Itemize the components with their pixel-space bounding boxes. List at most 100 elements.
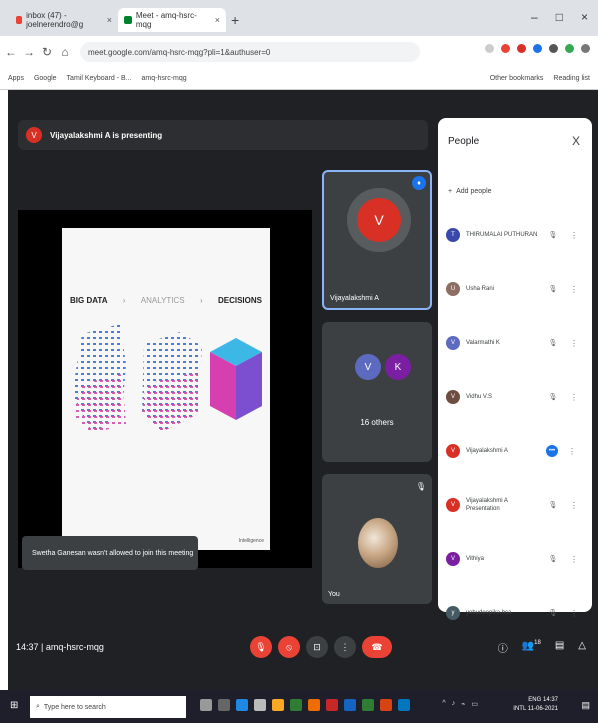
more-options-icon[interactable]: ⋮ bbox=[570, 609, 578, 618]
tab-meet[interactable]: Meet - amq-hsrc-mqg × bbox=[118, 8, 226, 32]
chat-icon[interactable]: ▤ bbox=[555, 640, 564, 655]
explorer-icon[interactable] bbox=[272, 699, 284, 711]
leave-call-button[interactable]: ☎ bbox=[362, 636, 392, 658]
avatar: U bbox=[446, 282, 460, 296]
people-list-item[interactable]: V Vidhu V.S 🎙 ⋮ bbox=[446, 384, 586, 410]
bookmark-tamil-keyboard[interactable]: Tamil Keyboard - B... bbox=[67, 75, 132, 82]
url-input[interactable]: meet.google.com/amq-hsrc-mqg?pli=1&authu… bbox=[80, 42, 420, 62]
close-icon[interactable]: × bbox=[107, 15, 112, 25]
chrome-icon[interactable] bbox=[290, 699, 302, 711]
participant-name: yehudeepika.bca bbox=[466, 610, 512, 616]
gmail-icon bbox=[16, 16, 23, 24]
powerpoint-icon[interactable] bbox=[380, 699, 392, 711]
extension-icon[interactable] bbox=[501, 44, 510, 53]
maximize-button[interactable]: □ bbox=[556, 10, 563, 24]
slide-title-decisions: DECISIONS bbox=[217, 296, 262, 305]
more-options-button[interactable]: ⋮ bbox=[334, 636, 356, 658]
bookmark-meet[interactable]: amq-hsrc-mqg bbox=[142, 75, 187, 82]
people-list-item[interactable]: U Usha Rani 🎙 ⋮ bbox=[446, 276, 586, 302]
forward-button[interactable]: → bbox=[22, 45, 36, 59]
participant-name: Usha Rani bbox=[466, 286, 495, 292]
profile-avatar[interactable] bbox=[565, 44, 574, 53]
mic-toggle-button[interactable]: 🎙 bbox=[250, 636, 272, 658]
avatar: V bbox=[357, 198, 401, 242]
word-icon[interactable] bbox=[344, 699, 356, 711]
present-button[interactable]: ⊡ bbox=[306, 636, 328, 658]
battery-icon[interactable]: ▭ bbox=[471, 700, 478, 708]
people-list-item[interactable]: V Vithiya 🎙 ⋮ bbox=[446, 546, 586, 572]
more-options-icon[interactable]: ⋮ bbox=[568, 447, 576, 456]
app-icon[interactable] bbox=[308, 699, 320, 711]
reload-button[interactable]: ↻ bbox=[40, 45, 54, 59]
mic-muted-icon[interactable]: 🎙 bbox=[546, 393, 560, 401]
mic-muted-icon[interactable]: 🎙 bbox=[546, 609, 560, 617]
more-options-icon[interactable]: ⋮ bbox=[570, 231, 578, 240]
more-options-icon[interactable]: ⋮ bbox=[570, 393, 578, 402]
more-options-icon[interactable]: ⋮ bbox=[570, 285, 578, 294]
tab-gmail[interactable]: inbox (47) - joelnerendro@g × bbox=[10, 8, 118, 32]
notification-icon[interactable]: ▤ bbox=[581, 700, 590, 711]
side-controls: ⓘ 👥18 ▤ △ bbox=[498, 640, 586, 655]
people-list-item[interactable]: V Vijayalakshmi A Presentation 🎙 ⋮ bbox=[446, 492, 586, 518]
close-icon[interactable]: X bbox=[572, 134, 580, 148]
activities-icon[interactable]: △ bbox=[578, 640, 586, 655]
chevron-icon: › bbox=[199, 296, 203, 305]
info-icon[interactable]: ⓘ bbox=[498, 640, 508, 655]
mic-muted-icon[interactable]: 🎙 bbox=[546, 231, 560, 239]
presentation-slide: BIG DATA › ANALYTICS › DECISIONS Intelli… bbox=[62, 228, 270, 550]
people-list-item[interactable]: T THIRUMALAI PUTHURAN 🎙 ⋮ bbox=[446, 222, 586, 248]
people-list-item[interactable]: y yehudeepika.bca 🎙 ⋮ bbox=[446, 600, 586, 626]
star-icon[interactable] bbox=[485, 44, 494, 53]
extension-icon[interactable] bbox=[517, 44, 526, 53]
extension-icon[interactable] bbox=[533, 44, 542, 53]
reading-list[interactable]: Reading list bbox=[553, 75, 590, 82]
people-icon[interactable]: 👥18 bbox=[522, 640, 541, 655]
back-button[interactable]: ← bbox=[4, 45, 18, 59]
add-people-button[interactable]: + Add people bbox=[448, 188, 492, 195]
other-bookmarks[interactable]: Other bookmarks bbox=[490, 75, 544, 82]
close-window-button[interactable]: × bbox=[581, 10, 588, 24]
windows-start-icon[interactable]: ⊞ bbox=[10, 700, 18, 711]
bookmarks-bar: Apps Google Tamil Keyboard - B... amq-hs… bbox=[0, 68, 598, 90]
presenter-tile[interactable]: V ♦ Vijayalakshmi A bbox=[322, 170, 432, 310]
puzzle-icon[interactable] bbox=[549, 44, 558, 53]
people-list-item[interactable]: V Vijayalakshmi A ••• ⋮ bbox=[446, 438, 586, 464]
more-options-icon[interactable]: ⋮ bbox=[570, 555, 578, 564]
presentation-stage: BIG DATA › ANALYTICS › DECISIONS Intelli… bbox=[18, 210, 312, 568]
add-people-label: Add people bbox=[456, 188, 492, 195]
volume-icon[interactable]: ♪ bbox=[452, 700, 456, 708]
minimize-button[interactable]: – bbox=[531, 10, 538, 24]
tray-time: 14:37 bbox=[542, 697, 558, 703]
edge-icon[interactable] bbox=[236, 699, 248, 711]
mic-muted-icon[interactable]: 🎙 bbox=[546, 555, 560, 563]
people-list-item[interactable]: V Valarmathi K 🎙 ⋮ bbox=[446, 330, 586, 356]
more-options-icon[interactable]: ⋮ bbox=[570, 501, 578, 510]
taskbar-search-input[interactable]: ⌕ Type here to search bbox=[30, 696, 186, 718]
bookmark-google[interactable]: Google bbox=[34, 75, 57, 82]
menu-icon[interactable] bbox=[581, 44, 590, 53]
mic-muted-icon[interactable]: 🎙 bbox=[546, 285, 560, 293]
more-options-icon[interactable]: ⋮ bbox=[570, 339, 578, 348]
home-button[interactable]: ⌂ bbox=[58, 45, 72, 59]
bookmark-apps[interactable]: Apps bbox=[8, 75, 24, 82]
self-tile[interactable]: 🎙 You bbox=[322, 474, 432, 604]
mic-muted-icon[interactable]: 🎙 bbox=[546, 501, 560, 509]
close-icon[interactable]: × bbox=[215, 15, 220, 25]
widgets-icon[interactable] bbox=[218, 699, 230, 711]
store-icon[interactable] bbox=[254, 699, 266, 711]
tray-region: INTL bbox=[513, 706, 527, 712]
tray-clock[interactable]: ENG 14:37 INTL 11-06-2021 bbox=[513, 696, 558, 714]
mic-muted-icon[interactable]: 🎙 bbox=[546, 339, 560, 347]
people-panel: People X + Add people T THIRUMALAI PUTHUR… bbox=[438, 118, 592, 620]
slide-title-analytics: ANALYTICS bbox=[140, 296, 185, 305]
system-tray-icons: ^ ♪ ⌁ ▭ bbox=[442, 700, 478, 708]
tray-overflow-icon[interactable]: ^ bbox=[442, 700, 445, 708]
camera-toggle-button[interactable]: ⦸ bbox=[278, 636, 300, 658]
others-tile[interactable]: V K 16 others bbox=[322, 322, 432, 462]
app-icon[interactable] bbox=[326, 699, 338, 711]
network-icon[interactable]: ⌁ bbox=[461, 700, 465, 708]
excel-icon[interactable] bbox=[362, 699, 374, 711]
task-view-icon[interactable] bbox=[200, 699, 212, 711]
app-icon[interactable] bbox=[398, 699, 410, 711]
new-tab-button[interactable]: + bbox=[231, 12, 239, 28]
